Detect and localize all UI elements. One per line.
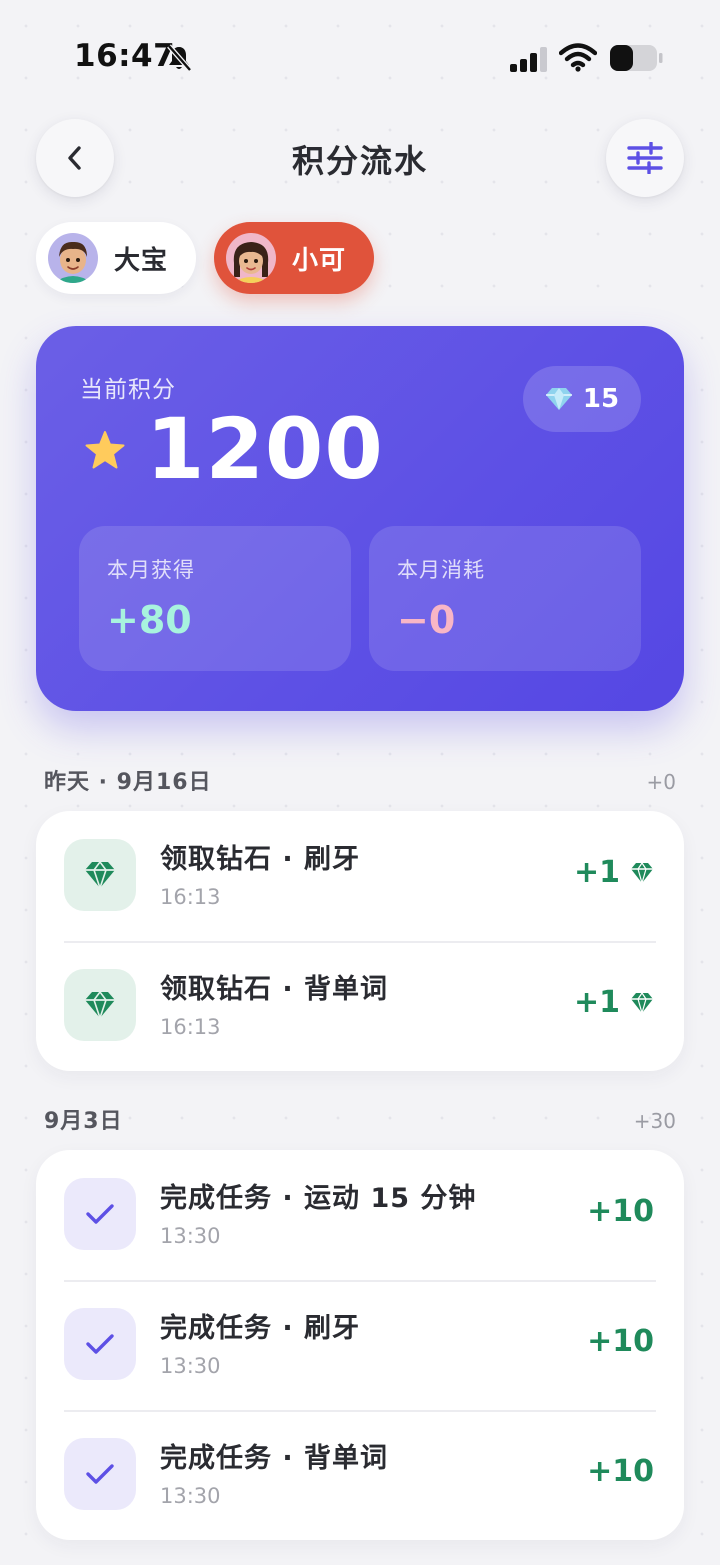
monthly-spent-value: −0 xyxy=(397,598,456,642)
transaction-list: 领取钻石 · 刷牙 16:13 +1 领取钻石 · 背单词 16:13 +1 xyxy=(36,811,684,1071)
transaction-list: 完成任务 · 运动 15 分钟 13:30 +10 完成任务 · 刷牙 13:3… xyxy=(36,1150,684,1540)
current-points-value: 1200 xyxy=(146,400,384,498)
status-bar: 16:47 xyxy=(0,0,720,112)
entry-delta-value: +10 xyxy=(587,1324,654,1359)
entry-delta: +10 xyxy=(587,1454,654,1489)
entry-title: 领取钻石 · 刷牙 xyxy=(160,844,361,875)
day-header: 昨天 · 9月16日 +0 xyxy=(44,764,676,796)
diamond-icon xyxy=(85,991,115,1019)
child-name: 小可 xyxy=(292,245,347,276)
list-item[interactable]: 完成任务 · 运动 15 分钟 13:30 +10 xyxy=(36,1150,684,1280)
day-total: +0 xyxy=(646,770,676,794)
entry-icon-box xyxy=(64,1178,136,1250)
wifi-icon xyxy=(559,43,597,72)
entry-delta-value: +10 xyxy=(587,1194,654,1229)
entry-title: 完成任务 · 背单词 xyxy=(160,1443,389,1474)
check-icon xyxy=(86,1204,114,1224)
list-item[interactable]: 完成任务 · 背单词 13:30 +10 xyxy=(36,1410,684,1540)
day-date: 昨天 · 9月16日 xyxy=(44,770,212,795)
avatar-boy xyxy=(48,233,98,283)
list-item[interactable]: 领取钻石 · 刷牙 16:13 +1 xyxy=(36,811,684,941)
diamond-icon xyxy=(631,991,653,1014)
entry-time: 16:13 xyxy=(160,1015,221,1039)
page-title: 积分流水 xyxy=(291,142,428,180)
entry-icon-box xyxy=(64,969,136,1041)
monthly-earned-box: 本月获得 +80 xyxy=(79,526,351,671)
monthly-spent-label: 本月消耗 xyxy=(397,558,485,582)
entry-delta-value: +1 xyxy=(573,855,620,890)
entry-time: 13:30 xyxy=(160,1224,221,1248)
child-name: 大宝 xyxy=(114,245,169,276)
back-button[interactable] xyxy=(36,119,114,197)
battery-icon xyxy=(610,45,663,71)
list-item[interactable]: 完成任务 · 刷牙 13:30 +10 xyxy=(36,1280,684,1410)
day-header: 9月3日 +30 xyxy=(44,1103,676,1135)
filter-button[interactable] xyxy=(606,119,684,197)
check-icon xyxy=(86,1464,114,1484)
list-item[interactable]: 领取钻石 · 背单词 16:13 +1 xyxy=(36,941,684,1071)
avatar-girl xyxy=(226,233,276,283)
day-date: 9月3日 xyxy=(44,1109,123,1134)
status-time: 16:47 xyxy=(74,38,176,74)
entry-time: 13:30 xyxy=(160,1354,221,1378)
back-icon xyxy=(68,146,81,170)
entry-icon-box xyxy=(64,839,136,911)
entry-delta-value: +1 xyxy=(573,985,620,1020)
diamond-icon xyxy=(631,861,653,884)
entry-delta: +10 xyxy=(587,1194,654,1229)
monthly-earned-label: 本月获得 xyxy=(107,558,195,582)
diamond-icon xyxy=(85,861,115,889)
entry-delta: +1 xyxy=(574,855,654,890)
gem-count: 15 xyxy=(582,384,620,414)
child-tab-dabao[interactable]: 大宝 xyxy=(36,222,196,294)
entry-delta: +10 xyxy=(587,1324,654,1359)
entry-title: 领取钻石 · 背单词 xyxy=(160,974,389,1005)
star-icon xyxy=(85,431,125,469)
entry-icon-box xyxy=(64,1438,136,1510)
day-total: +30 xyxy=(633,1109,676,1133)
entry-time: 16:13 xyxy=(160,885,221,909)
entry-icon-box xyxy=(64,1308,136,1380)
sliders-icon xyxy=(627,142,663,174)
current-points-label: 当前积分 xyxy=(80,377,176,403)
entry-delta: +1 xyxy=(574,985,654,1020)
entry-time: 13:30 xyxy=(160,1484,221,1508)
bell-slash-icon xyxy=(167,44,192,72)
diamond-icon xyxy=(545,388,572,410)
gem-balance-pill[interactable]: 15 xyxy=(523,366,641,432)
points-summary-card: 当前积分 1200 15 本月获得 +80 本月消耗 −0 xyxy=(36,326,684,711)
entry-title: 完成任务 · 运动 15 分钟 xyxy=(160,1183,477,1214)
check-icon xyxy=(86,1334,114,1354)
signal-icon xyxy=(510,47,547,72)
monthly-earned-value: +80 xyxy=(107,598,192,642)
entry-delta-value: +10 xyxy=(587,1454,654,1489)
entry-title: 完成任务 · 刷牙 xyxy=(160,1313,361,1344)
child-tab-xiaoke[interactable]: 小可 xyxy=(214,222,374,294)
monthly-spent-box: 本月消耗 −0 xyxy=(369,526,641,671)
